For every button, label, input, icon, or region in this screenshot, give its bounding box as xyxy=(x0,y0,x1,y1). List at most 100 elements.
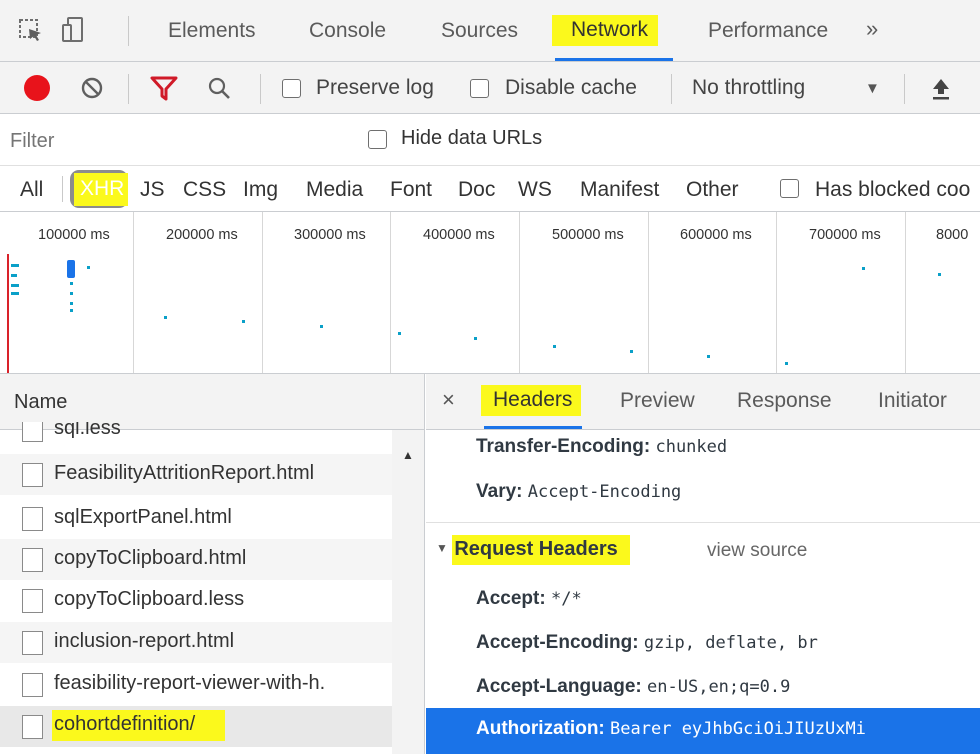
timeline-request-mark xyxy=(11,264,19,267)
tab-elements[interactable]: Elements xyxy=(168,19,256,43)
request-row[interactable]: sqlExportPanel.html xyxy=(0,498,410,539)
timeline-request-mark xyxy=(938,273,941,276)
filter-input[interactable] xyxy=(10,124,340,158)
import-har-icon[interactable] xyxy=(930,76,952,102)
timeline-gridline xyxy=(648,212,649,373)
expand-triangle-icon[interactable]: ▼ xyxy=(436,541,448,555)
type-all[interactable]: All xyxy=(20,178,43,202)
device-toolbar-icon[interactable] xyxy=(60,16,88,44)
request-list-scrollbar[interactable]: ▲ xyxy=(392,430,424,754)
type-font[interactable]: Font xyxy=(390,178,432,202)
inspect-element-icon[interactable] xyxy=(18,18,44,44)
header-key: Authorization: xyxy=(476,718,605,739)
search-icon[interactable] xyxy=(206,76,232,102)
timeline-tick-label: 300000 ms xyxy=(294,227,366,243)
type-media[interactable]: Media xyxy=(306,178,363,202)
view-source-link[interactable]: view source xyxy=(707,540,807,562)
tab-network-underline xyxy=(555,58,673,61)
filter-icon[interactable] xyxy=(150,76,178,102)
header-key: Vary: xyxy=(476,481,523,502)
disable-cache-label[interactable]: Disable cache xyxy=(505,76,637,100)
request-row[interactable]: copyToClipboard.less xyxy=(0,580,410,621)
scroll-up-icon[interactable]: ▲ xyxy=(402,448,414,462)
tab-response[interactable]: Response xyxy=(737,389,832,413)
request-row-selected[interactable]: cohortdefinition/ xyxy=(0,706,410,747)
tab-network[interactable]: Network xyxy=(552,15,659,46)
tab-performance[interactable]: Performance xyxy=(708,19,828,43)
clear-icon[interactable] xyxy=(79,75,105,101)
type-ws[interactable]: WS xyxy=(518,178,552,202)
type-manifest[interactable]: Manifest xyxy=(580,178,659,202)
tab-preview[interactable]: Preview xyxy=(620,389,695,413)
request-row[interactable]: sql.less xyxy=(0,422,410,448)
timeline-gridline xyxy=(519,212,520,373)
type-doc[interactable]: Doc xyxy=(458,178,495,202)
timeline-request-mark xyxy=(553,345,556,348)
file-icon xyxy=(22,463,43,487)
request-name: copyToClipboard.html xyxy=(54,547,247,569)
throttling-select[interactable]: No throttling xyxy=(692,76,805,100)
timeline-request-mark xyxy=(70,309,73,312)
type-other[interactable]: Other xyxy=(686,178,739,202)
request-headers-section-title[interactable]: ▼ Request Headers xyxy=(436,535,630,565)
file-icon xyxy=(22,673,43,697)
header-value: gzip, deflate, br xyxy=(643,633,818,653)
hide-data-urls-label[interactable]: Hide data URLs xyxy=(401,127,542,150)
type-js[interactable]: JS xyxy=(140,178,165,202)
header-key: Accept: xyxy=(476,588,546,609)
header-key: Accept-Encoding: xyxy=(476,632,639,653)
type-xhr[interactable]: XHR xyxy=(74,173,129,206)
name-column-header[interactable]: Name xyxy=(14,391,67,414)
request-name: FeasibilityAttritionReport.html xyxy=(54,462,315,484)
toolbar-divider xyxy=(260,74,261,104)
tab-sources[interactable]: Sources xyxy=(441,19,518,43)
devtools-tab-bar: Elements Console Sources Network Perform… xyxy=(0,0,980,62)
request-row[interactable]: inclusion-report.html xyxy=(0,622,410,663)
timeline-request-mark xyxy=(70,292,73,295)
header-key: Accept-Language: xyxy=(476,676,642,697)
hide-data-urls-checkbox[interactable] xyxy=(368,130,387,149)
more-tabs-button[interactable]: » xyxy=(866,16,878,42)
preserve-log-checkbox[interactable] xyxy=(282,79,301,98)
timeline-request-mark xyxy=(320,325,323,328)
resource-type-filters: All XHR JS CSS Img Media Font Doc WS Man… xyxy=(0,166,980,212)
toolbar-divider xyxy=(128,16,129,46)
request-name: inclusion-report.html xyxy=(54,630,235,652)
request-row[interactable]: feasibility-report-viewer-with-h. xyxy=(0,664,410,705)
type-css[interactable]: CSS xyxy=(183,178,226,202)
chevron-down-icon[interactable]: ▼ xyxy=(865,80,880,97)
request-header-row: Accept-Language: en-US,en;q=0.9 xyxy=(476,676,790,698)
tab-headers[interactable]: Headers xyxy=(481,385,582,416)
timeline-tick-label: 100000 ms xyxy=(38,227,110,243)
timeline-request-mark xyxy=(242,320,245,323)
timeline-request-mark xyxy=(862,267,865,270)
request-row[interactable]: FeasibilityAttritionReport.html xyxy=(0,454,410,495)
request-row[interactable]: copyToClipboard.html xyxy=(0,539,410,580)
timeline-gridline xyxy=(262,212,263,373)
disable-cache-checkbox[interactable] xyxy=(470,79,489,98)
toolbar-divider xyxy=(904,74,905,104)
timeline-tick-label: 600000 ms xyxy=(680,227,752,243)
section-divider xyxy=(426,522,980,523)
request-headers-title: Request Headers xyxy=(452,535,630,565)
type-divider xyxy=(62,176,63,202)
network-overview-timeline[interactable]: 100000 ms 200000 ms 300000 ms 400000 ms … xyxy=(0,212,980,374)
timeline-request-mark xyxy=(164,316,167,319)
request-detail-pane: × Headers Preview Response Initiator Tra… xyxy=(426,374,980,754)
tab-initiator[interactable]: Initiator xyxy=(878,389,947,413)
timeline-gridline xyxy=(905,212,906,373)
preserve-log-label[interactable]: Preserve log xyxy=(316,76,434,100)
has-blocked-cookies-label[interactable]: Has blocked coo xyxy=(815,178,970,202)
header-value: Bearer eyJhbGciOiJIUzUxMi xyxy=(610,719,866,739)
type-img[interactable]: Img xyxy=(243,178,278,202)
record-button[interactable] xyxy=(24,75,50,101)
has-blocked-cookies-checkbox[interactable] xyxy=(780,179,799,198)
file-icon xyxy=(22,715,43,739)
selected-header-row[interactable]: Authorization: Bearer eyJhbGciOiJIUzUxMi xyxy=(426,708,980,754)
filter-bar: Hide data URLs xyxy=(0,114,980,166)
timeline-request-mark xyxy=(11,292,19,295)
timeline-request-mark xyxy=(11,284,19,287)
timeline-request-mark xyxy=(70,302,73,305)
close-icon[interactable]: × xyxy=(442,387,455,413)
tab-console[interactable]: Console xyxy=(309,19,386,43)
